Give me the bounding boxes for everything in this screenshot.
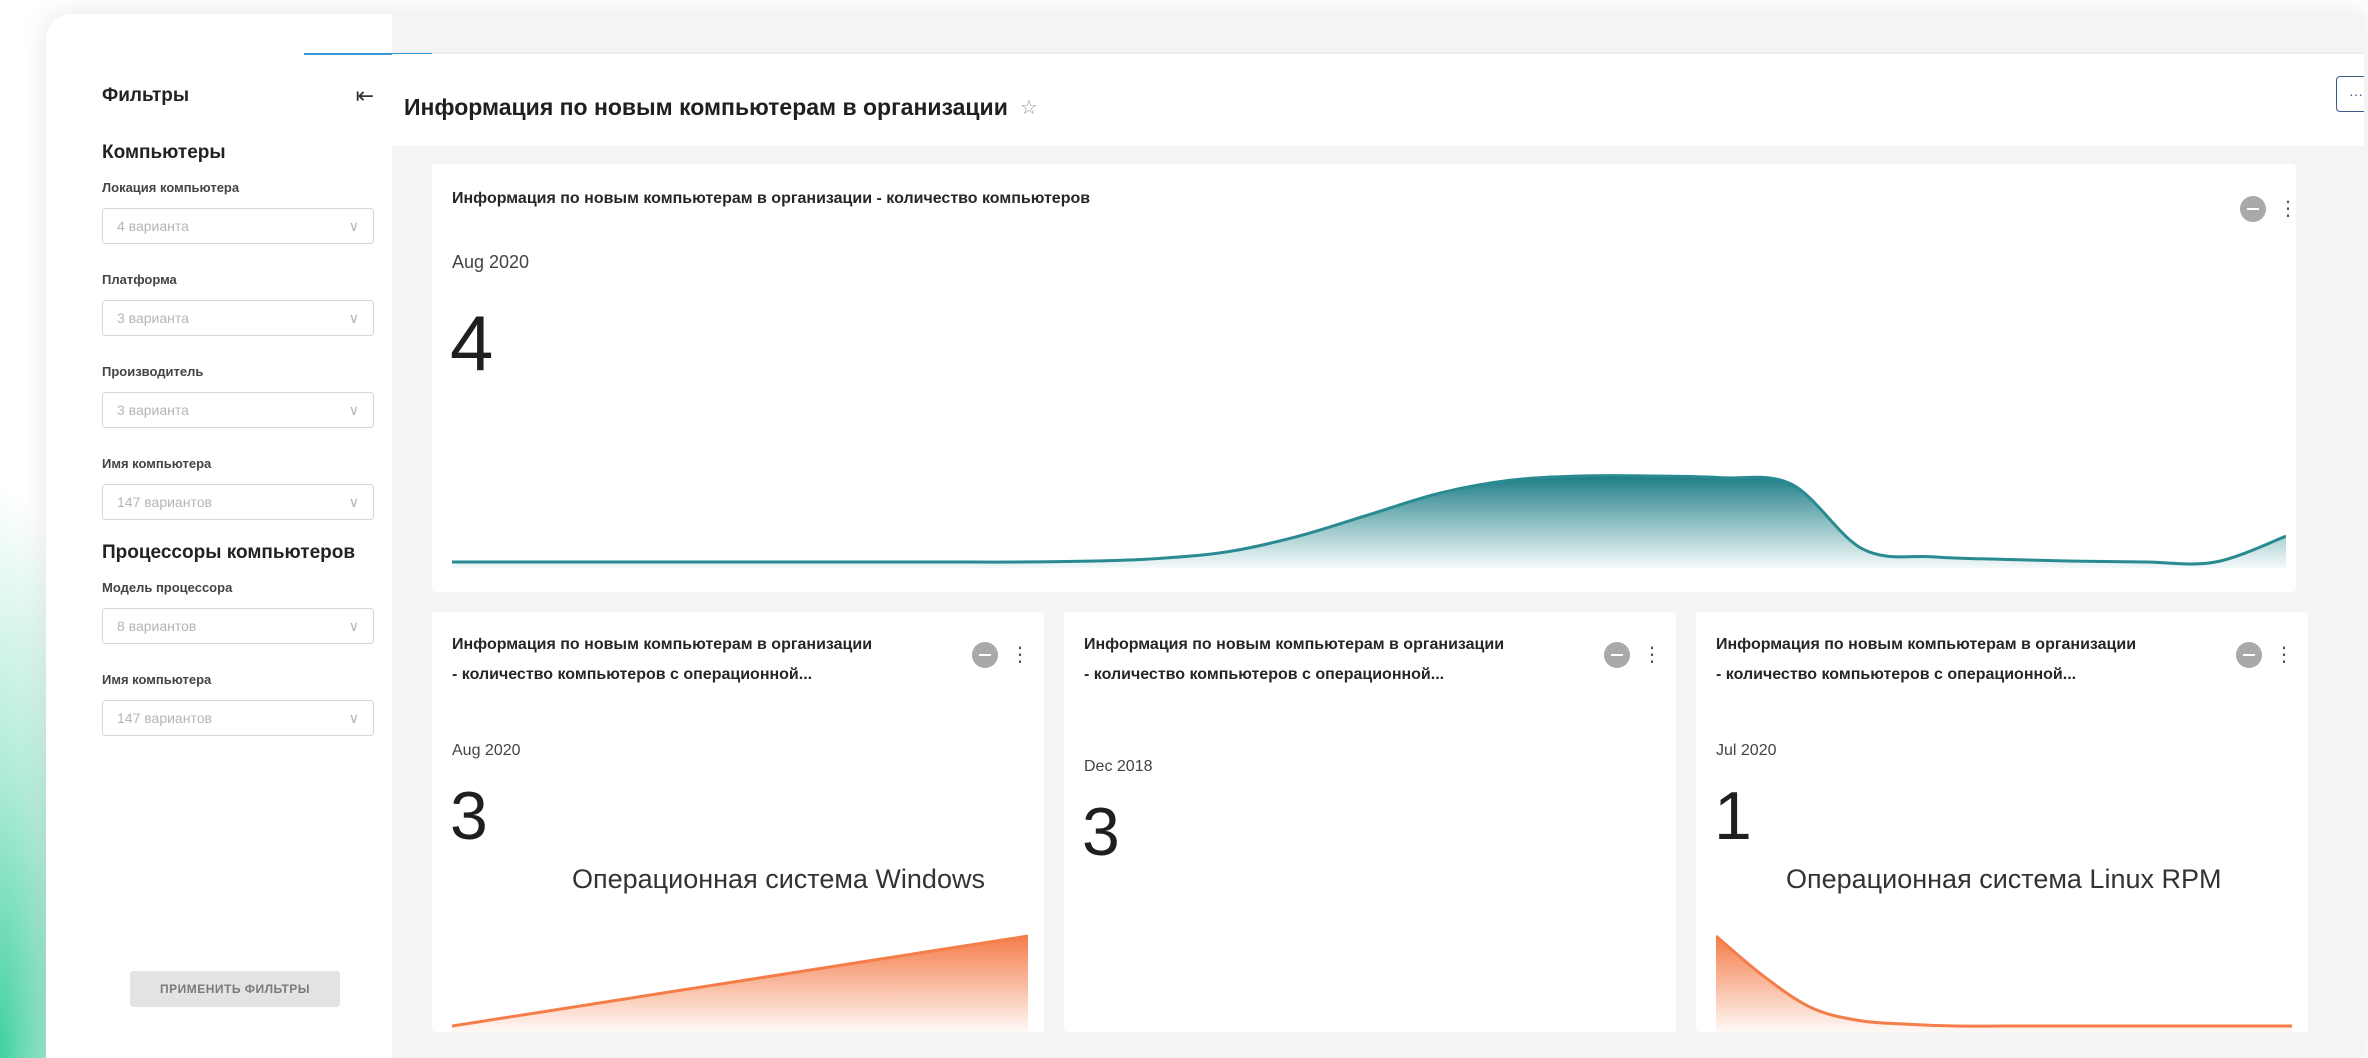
collapse-sidebar-icon[interactable]: ⇤ — [356, 83, 374, 109]
select-placeholder: 147 вариантов — [117, 494, 212, 510]
filter-group-title: Процессоры компьютеров — [102, 542, 356, 563]
big-number: 3 — [1082, 794, 1120, 870]
card-subtitle: Операционная система Linux RPM — [1786, 864, 2222, 894]
filter-label: Имя компьютера — [102, 672, 212, 687]
select-placeholder: 3 варианта — [117, 310, 189, 326]
cpu-computer-name-select[interactable]: 147 вариантов ∨ — [102, 700, 374, 736]
period-label: Dec 2018 — [1084, 758, 1153, 775]
big-number: 3 — [450, 778, 488, 854]
period-label: Aug 2020 — [452, 252, 530, 272]
cpu-model-select[interactable]: 8 вариантов ∨ — [102, 608, 374, 644]
sidebar-title: Фильтры — [102, 85, 190, 106]
star-icon[interactable]: ☆ — [1020, 95, 1038, 120]
period-label: Aug 2020 — [452, 742, 521, 759]
select-placeholder: 3 варианта — [117, 402, 189, 418]
card-title: Информация по новым компьютерам в органи… — [1084, 636, 1505, 653]
sparkline-chart — [452, 474, 2286, 568]
platform-select[interactable]: 3 варианта ∨ — [102, 300, 374, 336]
chevron-down-icon: ∨ — [348, 309, 359, 326]
chevron-down-icon: ∨ — [348, 401, 359, 418]
sparkline-area — [452, 475, 2286, 568]
sparkline-chart — [452, 934, 1028, 1032]
filter-group-title: Компьютеры — [102, 142, 226, 163]
card-subtitle: Операционная система Windows — [572, 864, 985, 894]
computer-location-select[interactable]: 4 варианта ∨ — [102, 208, 374, 244]
filter-label: Имя компьютера — [102, 456, 212, 471]
big-number: 4 — [450, 299, 494, 387]
manufacturer-select[interactable]: 3 варианта ∨ — [102, 392, 374, 428]
kebab-menu-icon[interactable]: ⋮ — [2278, 199, 2296, 219]
chart-card: Информация по новым компьютерам в органи… — [1696, 612, 2308, 1032]
card-title-line2: - количество компьютеров с операционной.… — [1084, 666, 1445, 683]
page-title-text: Информация по новым компьютерам в органи… — [404, 94, 1008, 120]
kebab-menu-icon[interactable]: ⋮ — [2274, 645, 2294, 665]
card-title: Информация по новым компьютерам в органи… — [452, 636, 873, 653]
chevron-down-icon: ∨ — [348, 217, 359, 234]
filter-label: Производитель — [102, 364, 204, 379]
chart-card: Информация по новым компьютерам в органи… — [432, 612, 1044, 1032]
chevron-down-icon: ∨ — [348, 617, 359, 634]
info-icon[interactable] — [2236, 642, 2262, 668]
chart-card: Информация по новым компьютерам в органи… — [432, 164, 2296, 592]
period-label: Jul 2020 — [1716, 742, 1777, 759]
card-title: Информация по новым компьютерам в органи… — [452, 190, 1091, 207]
select-placeholder: 4 варианта — [117, 218, 189, 234]
apply-filters-button[interactable]: ПРИМЕНИТЬ ФИЛЬТРЫ — [130, 971, 340, 1007]
page-title: Информация по новым компьютерам в органи… — [404, 94, 1038, 121]
card-title-line2: - количество компьютеров с операционной.… — [1716, 666, 2077, 683]
info-icon[interactable] — [972, 642, 998, 668]
big-number: 1 — [1714, 778, 1752, 854]
filter-label: Локация компьютера — [102, 180, 240, 195]
info-icon[interactable] — [1604, 642, 1630, 668]
select-placeholder: 147 вариантов — [117, 710, 212, 726]
chart-card: Информация по новым компьютерам в органи… — [1064, 612, 1676, 1032]
card-actions: ⋮ — [2236, 642, 2294, 668]
sparkline-area — [1716, 936, 2292, 1032]
kebab-menu-icon[interactable]: ⋮ — [1642, 645, 1662, 665]
more-actions-button[interactable]: ··· — [2336, 76, 2364, 112]
card-actions: ⋮ — [1604, 642, 1662, 668]
computer-name-select[interactable]: 147 вариантов ∨ — [102, 484, 374, 520]
info-icon[interactable] — [2240, 196, 2266, 222]
filter-label: Платформа — [102, 272, 177, 287]
card-title-line2: - количество компьютеров с операционной.… — [452, 666, 813, 683]
chevron-down-icon: ∨ — [348, 709, 359, 726]
card-actions: ⋮ — [2240, 196, 2296, 222]
dashboard-main: Информация по новым компьютерам в органи… — [304, 14, 2364, 1058]
dashboard-header: Информация по новым компьютерам в органи… — [392, 54, 2364, 146]
app-window: Фильтры ⇤ Компьютеры Локация компьютера … — [46, 14, 2364, 1058]
card-actions: ⋮ — [972, 642, 1030, 668]
card-title: Информация по новым компьютерам в органи… — [1716, 636, 2137, 653]
chevron-down-icon: ∨ — [348, 493, 359, 510]
kebab-menu-icon[interactable]: ⋮ — [1010, 645, 1030, 665]
select-placeholder: 8 вариантов — [117, 618, 197, 634]
sparkline-chart — [1716, 934, 2292, 1032]
sidebar-header: Фильтры ⇤ — [102, 76, 374, 116]
filter-label: Модель процессора — [102, 580, 233, 595]
filters-sidebar: Фильтры ⇤ Компьютеры Локация компьютера … — [46, 14, 392, 1058]
